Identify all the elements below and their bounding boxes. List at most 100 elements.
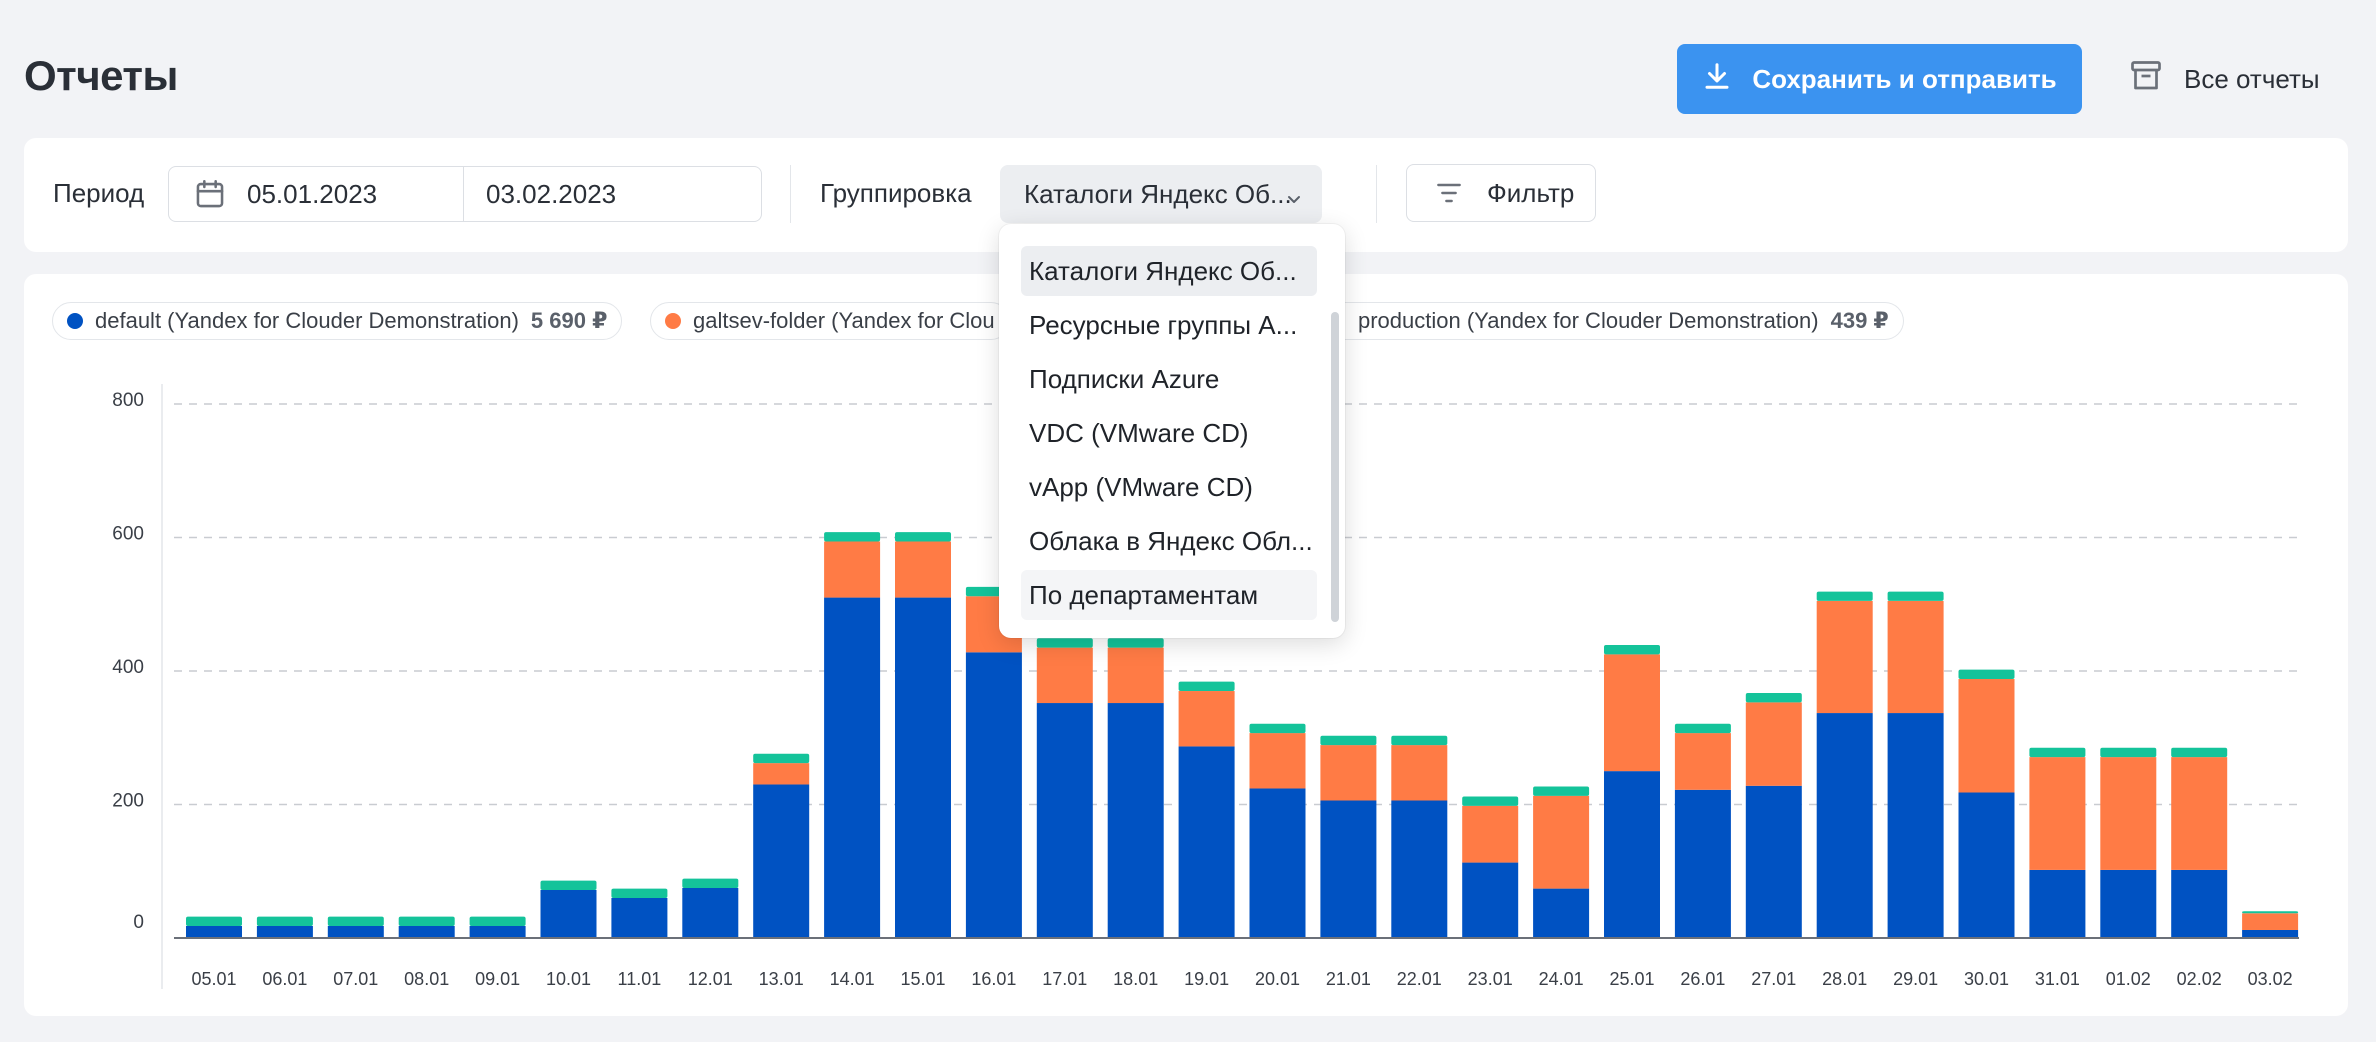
filter-icon bbox=[1433, 177, 1465, 209]
x-tick-label: 07.01 bbox=[333, 969, 378, 989]
bar-segment bbox=[2171, 747, 2228, 758]
bar-segment bbox=[2100, 757, 2157, 870]
x-tick-label: 08.01 bbox=[404, 969, 449, 989]
y-tick-label: 600 bbox=[112, 524, 144, 545]
bar-segment bbox=[965, 652, 1022, 938]
x-tick-label: 02.02 bbox=[2177, 969, 2222, 989]
x-tick-label: 19.01 bbox=[1184, 969, 1229, 989]
all-reports-label: Все отчеты bbox=[2184, 63, 2320, 94]
dropdown-scrollbar-thumb[interactable] bbox=[1331, 312, 1339, 622]
filter-divider bbox=[1376, 165, 1377, 223]
dropdown-option-yandex-catalogs[interactable]: Каталоги Яндекс Об... bbox=[1021, 246, 1317, 296]
bar-segment bbox=[2100, 869, 2157, 938]
date-to-value: 03.02.2023 bbox=[486, 178, 617, 209]
x-tick-label: 30.01 bbox=[1964, 969, 2009, 989]
x-tick-label: 23.01 bbox=[1468, 969, 1513, 989]
x-tick-label: 12.01 bbox=[688, 969, 733, 989]
x-tick-label: 21.01 bbox=[1326, 969, 1371, 989]
x-tick-label: 22.01 bbox=[1397, 969, 1442, 989]
bar-segment bbox=[1036, 703, 1093, 938]
bar-segment bbox=[1178, 691, 1235, 747]
date-from-input[interactable]: 05.01.2023 bbox=[168, 166, 464, 222]
bar-segment bbox=[256, 925, 313, 938]
bar-segment bbox=[1958, 679, 2015, 793]
bar-segment bbox=[1320, 800, 1377, 938]
bar-segment bbox=[2242, 929, 2299, 938]
bar-segment bbox=[682, 878, 739, 888]
bar-segment bbox=[1249, 788, 1306, 938]
bar-segment bbox=[1462, 796, 1519, 806]
x-tick-label: 26.01 bbox=[1680, 969, 1725, 989]
all-reports-button[interactable]: Все отчеты bbox=[2128, 56, 2320, 102]
bar-segment bbox=[1958, 669, 2015, 680]
bar-segment bbox=[1816, 591, 1873, 601]
bar-segment bbox=[1391, 800, 1448, 938]
x-tick-label: 09.01 bbox=[475, 969, 520, 989]
x-tick-label: 15.01 bbox=[900, 969, 945, 989]
bar-segment bbox=[1107, 647, 1164, 704]
dropdown-option-azure-subscriptions[interactable]: Подписки Azure bbox=[1021, 354, 1317, 404]
bar-segment bbox=[1391, 735, 1448, 746]
bar-segment bbox=[1887, 713, 1944, 938]
bar-segment bbox=[1958, 792, 2015, 938]
bar-segment bbox=[327, 916, 384, 926]
bar-segment bbox=[186, 916, 242, 926]
bar-segment bbox=[824, 597, 881, 938]
dropdown-option-azure-resource-groups[interactable]: Ресурсные группы A... bbox=[1021, 300, 1317, 350]
bar-segment bbox=[1674, 789, 1731, 938]
y-tick-label: 200 bbox=[112, 791, 144, 812]
bar-segment bbox=[2171, 869, 2228, 938]
bar-segment bbox=[1674, 723, 1731, 734]
period-label: Период bbox=[53, 178, 145, 208]
bar-segment bbox=[540, 889, 597, 938]
bar-segment bbox=[1816, 600, 1873, 714]
date-to-input[interactable]: 03.02.2023 bbox=[464, 166, 762, 222]
bar-segment bbox=[824, 541, 881, 598]
filter-button-label: Фильтр bbox=[1487, 177, 1575, 208]
bar-segment bbox=[2029, 757, 2086, 870]
bar-segment bbox=[1107, 703, 1164, 938]
dropdown-option-vdc[interactable]: VDC (VMware CD) bbox=[1021, 408, 1317, 458]
dropdown-option-vapp[interactable]: vApp (VMware CD) bbox=[1021, 462, 1317, 512]
page-title: Отчеты bbox=[24, 52, 178, 99]
y-tick-label: 800 bbox=[112, 390, 144, 411]
x-tick-label: 06.01 bbox=[262, 969, 307, 989]
bar-segment bbox=[1391, 745, 1448, 801]
dropdown-option-yandex-clouds[interactable]: Облака в Яндекс Обл... bbox=[1021, 516, 1317, 566]
bar-segment bbox=[1816, 713, 1873, 938]
dropdown-option-departments[interactable]: По департаментам bbox=[1021, 570, 1317, 620]
bar-segment bbox=[2242, 911, 2299, 914]
bar-segment bbox=[1462, 862, 1519, 938]
y-tick-label: 400 bbox=[112, 657, 144, 678]
x-tick-label: 24.01 bbox=[1539, 969, 1584, 989]
x-tick-label: 31.01 bbox=[2035, 969, 2080, 989]
x-tick-label: 29.01 bbox=[1893, 969, 1938, 989]
save-and-send-button[interactable]: Сохранить и отправить bbox=[1677, 44, 2082, 114]
bar-segment bbox=[1533, 786, 1590, 796]
bar-segment bbox=[256, 916, 313, 926]
x-tick-label: 28.01 bbox=[1822, 969, 1867, 989]
bar-segment bbox=[1745, 785, 1802, 938]
filter-button[interactable]: Фильтр bbox=[1406, 164, 1596, 222]
bar-segment bbox=[1604, 771, 1660, 938]
bar-segment bbox=[753, 753, 810, 764]
grouping-select[interactable]: Каталоги Яндекс Об... bbox=[1000, 165, 1322, 223]
bar-segment bbox=[1320, 735, 1377, 746]
x-tick-label: 13.01 bbox=[759, 969, 804, 989]
bar-segment bbox=[1320, 745, 1377, 801]
bar-segment bbox=[327, 925, 384, 938]
bar-segment bbox=[1036, 647, 1093, 704]
bar-segment bbox=[611, 888, 668, 898]
grouping-dropdown-menu: Каталоги Яндекс Об... Ресурсные группы A… bbox=[999, 224, 1345, 638]
chevron-down-icon bbox=[1284, 185, 1304, 205]
x-tick-label: 25.01 bbox=[1609, 969, 1654, 989]
download-icon bbox=[1702, 61, 1732, 98]
bar-segment bbox=[1674, 733, 1731, 790]
dropdown-scrollbar[interactable] bbox=[1331, 236, 1339, 626]
bar-segment bbox=[895, 541, 951, 598]
save-and-send-label: Сохранить и отправить bbox=[1752, 63, 2057, 94]
bar-segment bbox=[2100, 747, 2157, 758]
x-tick-label: 18.01 bbox=[1113, 969, 1158, 989]
x-tick-label: 27.01 bbox=[1751, 969, 1796, 989]
bar-segment bbox=[1178, 746, 1235, 938]
